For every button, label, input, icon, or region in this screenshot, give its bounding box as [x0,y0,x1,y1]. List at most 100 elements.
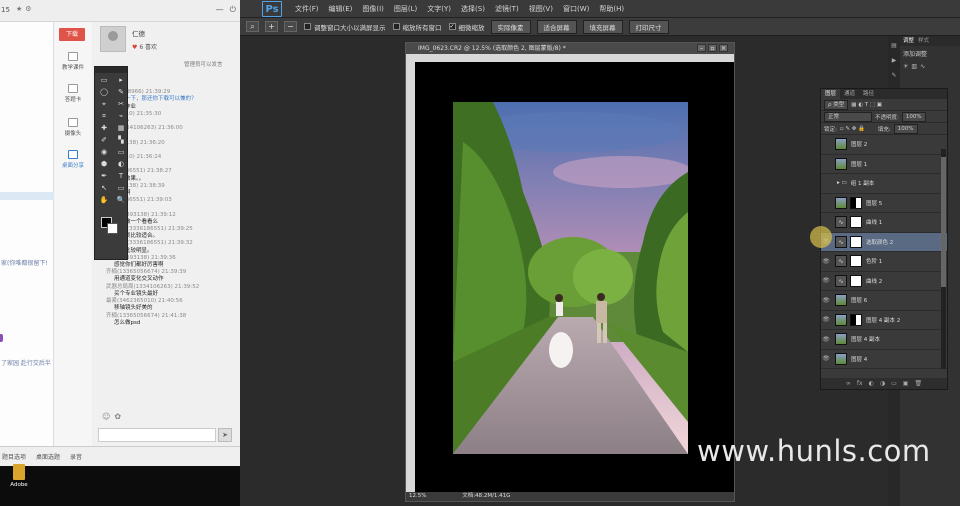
new-group-icon[interactable]: ▭ [891,378,897,389]
tab-styles[interactable]: 样式 [918,36,929,46]
visibility-eye-icon[interactable]: 👁 [821,277,831,284]
menu-edit[interactable]: 编辑(E) [324,4,358,14]
layer-row[interactable]: 图层 1 [821,155,947,174]
tool-icon[interactable]: ✋ [96,195,112,206]
delete-layer-icon[interactable]: 🗑 [914,378,922,389]
menu-select[interactable]: 选择(S) [456,4,490,14]
actual-pixels-button[interactable]: 实际像素 [490,19,531,34]
zoom-level[interactable]: 12.5% [409,493,426,499]
desktop-share-button[interactable]: 桌面分享 [55,150,91,169]
admin-link[interactable]: 管理员可以发言 [184,60,223,68]
layer-row[interactable]: 👁 图层 4 [821,350,947,369]
menu-help[interactable]: 帮助(H) [594,4,629,14]
tool-icon[interactable]: ✐ [96,135,112,146]
menu-view[interactable]: 视图(V) [524,4,558,14]
fill-input[interactable]: 100% [893,123,918,134]
layer-mask-thumb[interactable] [850,196,862,209]
smiley-icon[interactable]: ☺ [102,412,110,421]
layer-thumb[interactable] [835,138,847,151]
tool-icon[interactable]: ▭ [96,75,112,86]
layer-row[interactable]: 👁 图层 4 副本 [821,330,947,350]
layer-mask-thumb[interactable] [850,274,862,287]
scrubby-zoom-checkbox[interactable]: ✓ 细微缩放 [448,22,485,32]
star-icon[interactable]: ★ [16,5,22,13]
blend-mode-select[interactable]: 正常 [824,111,872,122]
layer-row[interactable]: 👁 ∿ 色阶 1 [821,252,947,272]
visibility-eye-icon[interactable]: 👁 [821,355,831,362]
menu-filter[interactable]: 滤镜(T) [490,4,524,14]
layer-kind-select[interactable]: ρ 类型 [824,99,849,110]
heart-icon[interactable]: ♥ [132,44,137,51]
background-color[interactable] [107,223,118,234]
new-layer-icon[interactable]: ▣ [903,378,909,389]
power-icon[interactable]: ⏻ [230,5,236,15]
adobe-desktop-icon[interactable]: Adobe [8,464,30,488]
tool-icon[interactable]: ◐ [113,159,129,170]
settings-icon[interactable]: ⚙ [25,5,31,13]
layers-scrollbar[interactable] [941,149,946,369]
tool-icon[interactable]: T [113,171,129,182]
layer-thumb[interactable] [835,313,847,326]
message-input[interactable] [98,428,216,442]
tool-icon[interactable] [113,207,129,218]
layer-thumb[interactable] [835,294,847,307]
layer-thumb[interactable] [835,196,847,209]
resize-windows-checkbox[interactable]: 调整窗口大小以满屏显示 [304,22,386,32]
courseware-button[interactable]: 教学课件 [55,52,91,71]
brightness-icon[interactable]: ☀ [903,63,908,70]
fit-screen-button[interactable]: 适合屏幕 [536,19,577,34]
new-adjustment-icon[interactable]: ◑ [880,378,885,389]
menu-window[interactable]: 窗口(W) [558,4,594,14]
tab-paths[interactable]: 路径 [859,89,878,99]
tool-icon[interactable]: ✎ [113,87,129,98]
tool-icon[interactable]: ▦ [113,123,129,134]
layer-row[interactable]: 图层 5 [821,194,947,213]
send-button[interactable]: ➤ [218,428,232,442]
tab-adjustments[interactable]: 调整 [903,36,914,46]
opacity-input[interactable]: 100% [901,111,926,122]
flower-icon[interactable]: ✿ [114,412,121,421]
zoom-in-icon[interactable]: + [265,21,278,32]
tab-layers[interactable]: 图层 [821,89,841,99]
fill-screen-button[interactable]: 填充屏幕 [582,19,623,34]
add-mask-icon[interactable]: ◐ [869,378,874,389]
lock-icons[interactable]: ▫ ✎ ✥ 🔒 [840,126,865,132]
bottom-item-options[interactable]: 题目选项 [2,452,26,461]
download-button[interactable]: 下载 [59,28,85,41]
layer-thumb[interactable] [835,157,847,170]
tool-icon[interactable]: ▚ [113,135,129,146]
menu-layer[interactable]: 图层(L) [389,4,422,14]
tool-icon[interactable]: ⬢ [96,159,112,170]
tab-channels[interactable]: 通道 [840,89,859,99]
bottom-item-desktop[interactable]: 桌面选题 [36,452,60,461]
layer-row[interactable]: 👁 图层 4 副本 2 [821,311,947,330]
play-icon[interactable]: ▶ [888,57,900,64]
camera-button[interactable]: 摄像头 [55,118,91,137]
canvas-area[interactable] [415,62,734,492]
layer-row[interactable]: 图层 2 [821,135,947,155]
menu-image[interactable]: 图像(I) [357,4,389,14]
tool-icon[interactable]: ◯ [96,87,112,98]
levels-icon[interactable]: ▥ [911,63,917,70]
filter-icons[interactable]: ▦ ◐ T ⬚ ▣ [851,102,882,108]
tool-icon[interactable]: ⌖ [96,99,112,110]
minimize-icon[interactable]: – [697,44,706,52]
fx-icon[interactable]: fx [857,378,863,389]
minimize-icon[interactable]: — [216,5,224,15]
zoom-all-windows-checkbox[interactable]: 缩放所有窗口 [392,22,442,32]
maximize-icon[interactable]: ▫ [708,44,717,52]
layer-row[interactable]: 👁 图层 6 [821,291,947,311]
link-layers-icon[interactable]: ∞ [846,378,851,389]
layer-row[interactable]: 👁∿选取颜色 2 [821,232,947,252]
print-size-button[interactable]: 打印尺寸 [628,19,669,34]
brush-icon[interactable]: ✎ [888,72,900,79]
layer-mask-thumb[interactable] [850,235,862,248]
layer-thumb[interactable] [835,352,847,365]
tool-icon[interactable]: ⌗ [96,111,112,122]
visibility-eye-icon[interactable]: 👁 [821,297,831,304]
answer-card-button[interactable]: 答题卡 [55,84,91,103]
menu-type[interactable]: 文字(Y) [422,4,456,14]
tool-icon[interactable]: ▭ [113,183,129,194]
layer-mask-thumb[interactable] [850,216,862,229]
tool-icon[interactable]: ◉ [96,147,112,158]
